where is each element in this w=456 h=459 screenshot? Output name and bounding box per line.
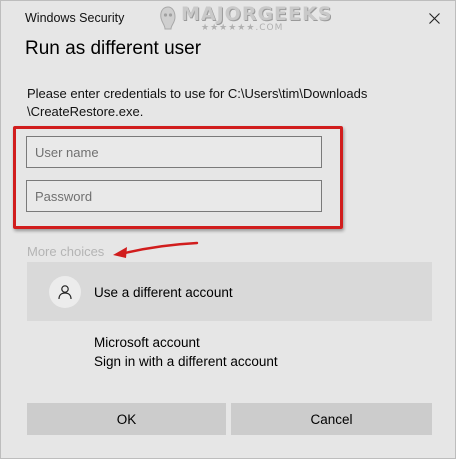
use-different-account-option[interactable]: Use a different account [27,262,432,321]
ok-button[interactable]: OK [27,403,226,435]
description-line-2: \CreateRestore.exe. [27,104,144,119]
close-icon [428,12,440,24]
cancel-button[interactable]: Cancel [231,403,432,435]
password-input[interactable] [26,180,322,212]
option-label: Use a different account [94,285,233,300]
dialog-heading: Run as different user [25,38,202,59]
watermark: MAJORGEEKS ★★★★★★.COM [157,3,331,37]
dialog-description: Please enter credentials to use for C:\U… [27,85,427,121]
close-button[interactable] [419,5,449,31]
username-input[interactable] [26,136,322,168]
microsoft-account-title: Microsoft account [94,335,200,350]
majorgeeks-logo-icon [160,6,176,30]
annotation-arrow-icon [113,241,199,258]
window-title: Windows Security [25,11,125,25]
title-bar: Windows Security MAJORGEEKS ★★★★★★.COM [1,1,456,35]
microsoft-account-subtitle: Sign in with a different account [94,354,278,369]
avatar [49,276,81,308]
watermark-domain: ★★★★★★.COM [201,23,284,33]
description-line-1: Please enter credentials to use for C:\U… [27,86,368,101]
microsoft-account-option[interactable] [27,329,432,377]
watermark-name: MAJORGEEKS [181,3,333,25]
windows-security-dialog: Windows Security MAJORGEEKS ★★★★★★.COM R… [0,0,456,459]
person-icon [58,285,72,300]
more-choices-label: More choices [27,244,105,259]
